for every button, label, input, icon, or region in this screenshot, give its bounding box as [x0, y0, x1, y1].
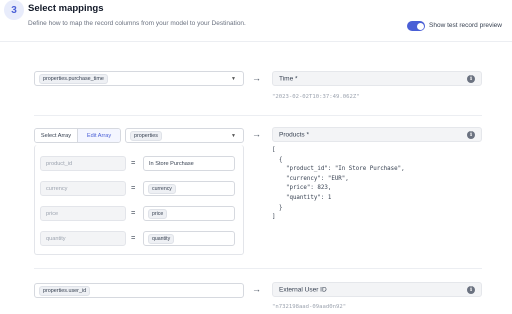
- right-arrow-icon: →: [252, 73, 261, 83]
- array-field-value-select[interactable]: quantity: [143, 231, 235, 246]
- source-column-pill: properties.purchase_time: [39, 73, 108, 84]
- equals-sign: =: [131, 208, 136, 217]
- array-field-name-text: price: [46, 210, 59, 217]
- source-select-properties[interactable]: properties ▼: [125, 128, 244, 143]
- destination-field-time[interactable]: Time * i: [272, 71, 482, 86]
- equals-sign: =: [131, 183, 136, 192]
- equals-sign: =: [131, 158, 136, 167]
- right-arrow-icon: →: [252, 129, 261, 139]
- array-field-value-select[interactable]: price: [143, 206, 235, 221]
- header-divider: [0, 41, 512, 42]
- info-icon[interactable]: i: [467, 130, 475, 139]
- chevron-down-icon: ▼: [231, 132, 236, 139]
- chevron-down-icon: ▼: [231, 75, 236, 82]
- array-field-name[interactable]: currency: [40, 181, 126, 196]
- destination-label: Products *: [279, 131, 309, 138]
- array-field-name-text: quantity: [46, 235, 66, 242]
- destination-label: Time *: [279, 75, 298, 82]
- toggle-knob: [416, 22, 424, 30]
- array-field-name-text: currency: [46, 185, 68, 192]
- example-value: "n732198aad-09aad0n92": [272, 304, 347, 310]
- array-field-value-pill: quantity: [148, 233, 175, 244]
- section-title: Select mappings: [28, 3, 104, 14]
- array-field-value-text: In Store Purchase: [149, 160, 194, 167]
- array-field-name-text: product_id: [46, 160, 73, 167]
- source-select-purchase-time[interactable]: properties.purchase_time ▼: [34, 71, 244, 86]
- select-array-tab[interactable]: Select Array: [35, 129, 77, 142]
- test-record-preview-label: Show test record preview: [429, 22, 502, 29]
- example-value: "2023-02-02T10:37:49.062Z": [272, 94, 360, 100]
- step-number-badge: 3: [4, 0, 24, 20]
- info-icon[interactable]: i: [467, 74, 475, 83]
- array-field-value-input[interactable]: In Store Purchase: [143, 156, 235, 171]
- array-field-name[interactable]: quantity: [40, 231, 126, 246]
- array-field-value-pill: price: [148, 208, 168, 219]
- destination-field-external-user-id[interactable]: External User ID i: [272, 282, 482, 297]
- array-field-value-select[interactable]: currency: [143, 181, 235, 196]
- info-icon[interactable]: i: [467, 285, 475, 294]
- edit-array-tab[interactable]: Edit Array: [77, 129, 120, 142]
- json-preview: [ { "product_id": "In Store Purchase", "…: [272, 147, 405, 221]
- array-field-name[interactable]: price: [40, 206, 126, 221]
- mapping-divider: [34, 115, 482, 116]
- source-column-pill: properties.user_id: [39, 285, 91, 296]
- destination-label: External User ID: [279, 286, 327, 293]
- array-field-name[interactable]: product_id: [40, 156, 126, 171]
- source-column-pill: properties: [130, 130, 162, 141]
- array-field-value-pill: currency: [148, 183, 176, 194]
- test-record-preview-toggle[interactable]: [407, 21, 425, 31]
- source-select-user-id[interactable]: properties.user_id: [34, 283, 244, 298]
- equals-sign: =: [131, 233, 136, 242]
- mapping-divider: [34, 268, 482, 269]
- right-arrow-icon: →: [252, 284, 261, 294]
- array-mode-toggle: Select Array Edit Array: [34, 128, 121, 143]
- destination-field-products[interactable]: Products * i: [272, 127, 482, 142]
- section-description: Define how to map the record columns fro…: [28, 20, 246, 27]
